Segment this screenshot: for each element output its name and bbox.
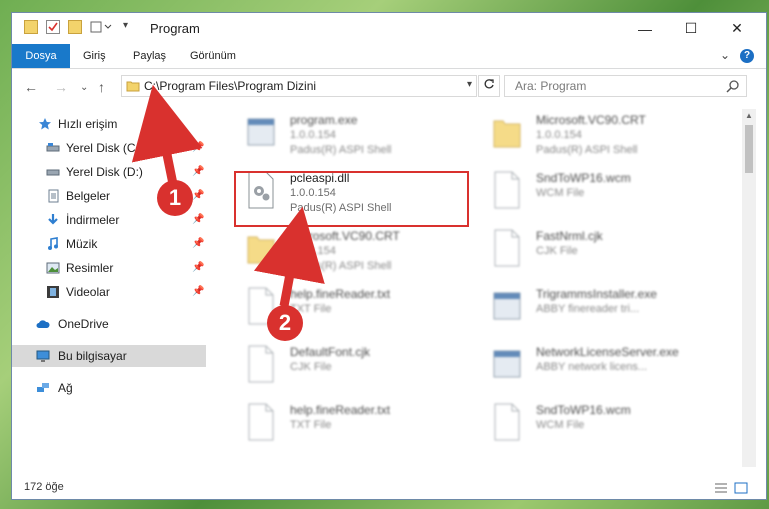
annotation-arrows (131, 84, 325, 307)
step-1-badge: 1 (157, 180, 193, 216)
annotation-arrow-2 (253, 206, 325, 307)
step-2-badge: 2 (267, 305, 303, 341)
annotation-arrow-1 (131, 84, 203, 185)
